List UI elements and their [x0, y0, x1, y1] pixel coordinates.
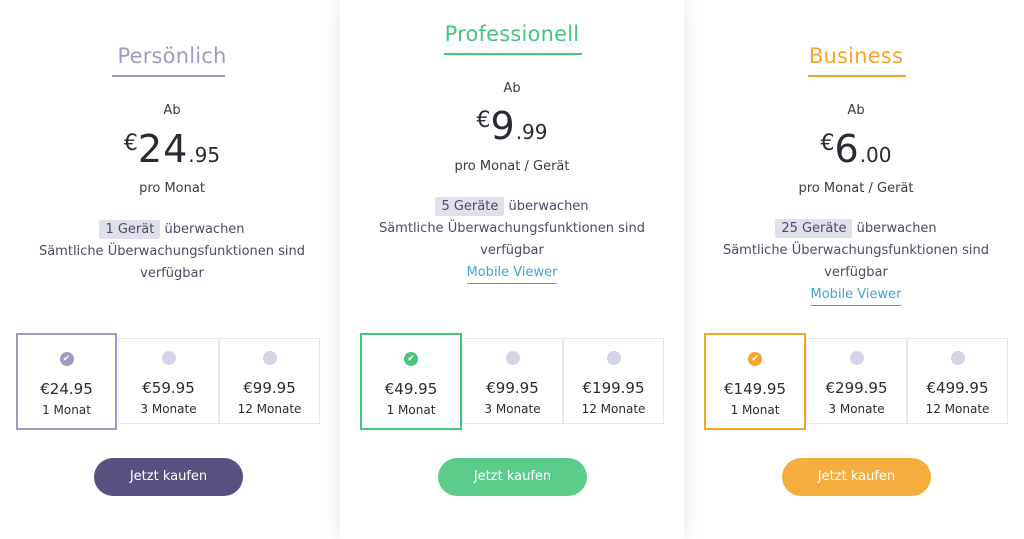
price-integer: 6 — [834, 127, 860, 171]
billing-period: pro Monat / Gerät — [798, 181, 914, 196]
option-price: €49.95 — [384, 380, 438, 398]
billing-period: pro Monat / Gerät — [454, 159, 570, 174]
price-decimal: .95 — [188, 143, 221, 167]
mobile-viewer-label[interactable]: Mobile Viewer — [466, 265, 558, 284]
monitor-text: überwachen — [508, 199, 589, 214]
price: €9.99 — [340, 104, 684, 148]
from-label: Ab — [503, 81, 521, 96]
option-price: €99.95 — [486, 379, 539, 397]
option-duration: 3 Monate — [140, 402, 197, 416]
plan-card-professional: Professionell Ab €9.99 pro Monat / Gerät… — [340, 0, 684, 539]
devices-badge: 1 Gerät — [99, 220, 161, 239]
check-icon: ✔ — [748, 352, 762, 366]
option-duration: 3 Monate — [828, 402, 885, 416]
plan-title-underline — [444, 53, 582, 55]
duration-option-3-months[interactable]: €59.95 3 Monate — [118, 338, 219, 424]
mobile-viewer-link[interactable]: Mobile Viewer — [340, 265, 684, 284]
billing-period: pro Monat — [139, 181, 205, 196]
plan-features: 1 Gerät überwachen Sämtliche Überwachung… — [30, 219, 314, 285]
price: €24.95 — [0, 127, 344, 171]
option-duration: 1 Monat — [730, 403, 780, 417]
features-text: Sämtliche Überwachungsfunktionen sind ve… — [378, 221, 646, 258]
from-label: Ab — [847, 103, 865, 118]
plan-card-personal: Persönlich Ab €24.95 pro Monat 1 Gerät ü… — [0, 0, 344, 539]
plan-features: 5 Geräte überwachen Sämtliche Überwachun… — [370, 196, 654, 262]
price-currency: € — [820, 131, 835, 156]
option-price: €59.95 — [142, 379, 195, 397]
plan-title-underline — [808, 75, 906, 77]
option-price: €24.95 — [40, 380, 93, 398]
option-price: €499.95 — [926, 379, 989, 397]
radio-dot-icon — [849, 351, 864, 365]
duration-option-1-month[interactable]: ✔ €149.95 1 Monat — [704, 333, 806, 430]
check-icon: ✔ — [59, 352, 74, 366]
mobile-viewer-link[interactable]: Mobile Viewer — [684, 287, 1024, 306]
option-duration: 12 Monate — [925, 402, 990, 416]
price-currency: € — [476, 108, 491, 133]
option-duration: 1 Monat — [386, 403, 436, 417]
price-decimal: .00 — [859, 143, 892, 167]
duration-option-3-months[interactable]: €299.95 3 Monate — [806, 338, 907, 424]
option-duration: 12 Monate — [237, 402, 302, 416]
mobile-viewer-label[interactable]: Mobile Viewer — [810, 287, 902, 306]
plan-features: 25 Geräte überwachen Sämtliche Überwachu… — [714, 218, 998, 284]
price-integer: 9 — [490, 104, 516, 148]
radio-dot-icon — [606, 351, 621, 365]
plan-title: Professionell — [444, 22, 580, 46]
plan-title: Business — [808, 44, 904, 68]
plan-title: Persönlich — [117, 44, 227, 68]
duration-option-1-month[interactable]: ✔ €49.95 1 Monat — [360, 333, 462, 430]
devices-badge: 25 Geräte — [775, 219, 853, 238]
option-duration: 12 Monate — [581, 402, 646, 416]
monitor-text: überwachen — [164, 222, 245, 237]
buy-now-button[interactable]: Jetzt kaufen — [782, 458, 931, 496]
option-price: €199.95 — [582, 379, 645, 397]
features-text: Sämtliche Überwachungsfunktionen sind ve… — [722, 243, 990, 280]
plan-card-business: Business Ab €6.00 pro Monat / Gerät 25 G… — [684, 0, 1024, 539]
radio-dot-icon — [161, 351, 176, 365]
option-price: €299.95 — [825, 379, 888, 397]
option-price: €149.95 — [723, 380, 787, 398]
duration-option-1-month[interactable]: ✔ €24.95 1 Monat — [16, 333, 117, 430]
price-decimal: .99 — [515, 120, 548, 144]
plan-title-underline — [112, 75, 225, 77]
price: €6.00 — [684, 127, 1024, 171]
option-duration: 1 Monat — [42, 403, 91, 417]
price-integer: 24 — [137, 127, 189, 171]
option-price: €99.95 — [243, 379, 296, 397]
duration-option-3-months[interactable]: €99.95 3 Monate — [462, 338, 563, 424]
monitor-text: überwachen — [856, 221, 937, 236]
devices-badge: 5 Geräte — [435, 197, 505, 216]
radio-dot-icon — [262, 351, 277, 365]
duration-option-12-months[interactable]: €99.95 12 Monate — [219, 338, 320, 424]
features-text: Sämtliche Überwachungsfunktionen sind ve… — [38, 244, 306, 281]
buy-now-button[interactable]: Jetzt kaufen — [94, 458, 243, 496]
from-label: Ab — [163, 103, 181, 118]
check-icon: ✔ — [404, 352, 418, 366]
price-currency: € — [123, 131, 138, 156]
option-duration: 3 Monate — [484, 402, 541, 416]
duration-option-12-months[interactable]: €199.95 12 Monate — [563, 338, 664, 424]
radio-dot-icon — [505, 351, 520, 365]
radio-dot-icon — [950, 351, 965, 365]
duration-option-12-months[interactable]: €499.95 12 Monate — [907, 338, 1008, 424]
buy-now-button[interactable]: Jetzt kaufen — [438, 458, 587, 496]
